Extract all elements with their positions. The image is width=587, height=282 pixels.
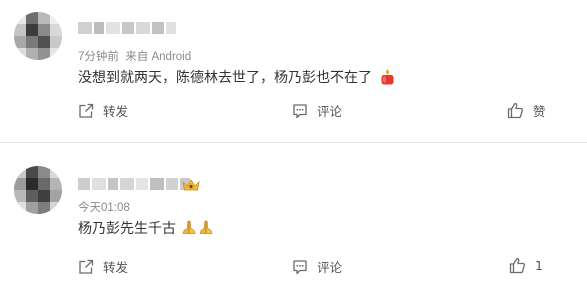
comment-actions: 转发 评论 赞 — [0, 101, 587, 131]
like-button[interactable]: 赞 — [507, 101, 546, 120]
comment-label: 评论 — [317, 260, 343, 275]
repost-label: 转发 — [103, 104, 129, 119]
comment-source: 来自 Android — [125, 51, 192, 63]
candle-icon — [380, 68, 395, 89]
username-blurred[interactable] — [78, 178, 190, 190]
repost-icon — [79, 259, 94, 274]
username-blurred[interactable] — [78, 22, 176, 34]
comment-item: 今天01:08 杨乃彭先生千古 转发 评论 1 — [0, 142, 587, 282]
comment-time: 7分钟前 — [78, 51, 119, 63]
repost-label: 转发 — [103, 260, 129, 275]
praying-hands-icon — [181, 219, 197, 239]
like-button[interactable]: 1 — [509, 257, 543, 274]
comment-meta: 7分钟前 来自 Android — [78, 48, 191, 64]
comment-time: 今天01:08 — [78, 202, 130, 214]
crown-badge-icon — [181, 177, 201, 196]
comment-actions: 转发 评论 1 — [0, 257, 587, 282]
like-label: 赞 — [533, 104, 546, 119]
comment-text-body: 没想到就两天，陈德林去世了，杨乃彭也不在了 — [78, 70, 372, 86]
comment-item: 7分钟前 来自 Android 没想到就两天，陈德林去世了，杨乃彭也不在了 转发 — [0, 0, 587, 142]
comment-meta: 今天01:08 — [78, 199, 130, 215]
repost-icon — [79, 103, 94, 118]
comment-icon — [293, 103, 307, 118]
comment-icon — [293, 259, 307, 274]
avatar[interactable] — [14, 12, 62, 60]
comment-button[interactable]: 评论 — [292, 101, 342, 120]
praying-hands-icon — [198, 219, 214, 239]
comment-text: 没想到就两天，陈德林去世了，杨乃彭也不在了 — [78, 67, 395, 89]
avatar[interactable] — [14, 166, 62, 214]
thumbs-up-icon — [507, 102, 524, 119]
thumbs-up-icon — [509, 257, 526, 274]
comment-text-body: 杨乃彭先生千古 — [78, 221, 176, 237]
comment-button[interactable]: 评论 — [292, 257, 342, 276]
repost-button[interactable]: 转发 — [78, 257, 128, 276]
comment-label: 评论 — [317, 104, 343, 119]
like-count: 1 — [535, 258, 543, 273]
repost-button[interactable]: 转发 — [78, 101, 128, 120]
comment-text: 杨乃彭先生千古 — [78, 218, 214, 239]
